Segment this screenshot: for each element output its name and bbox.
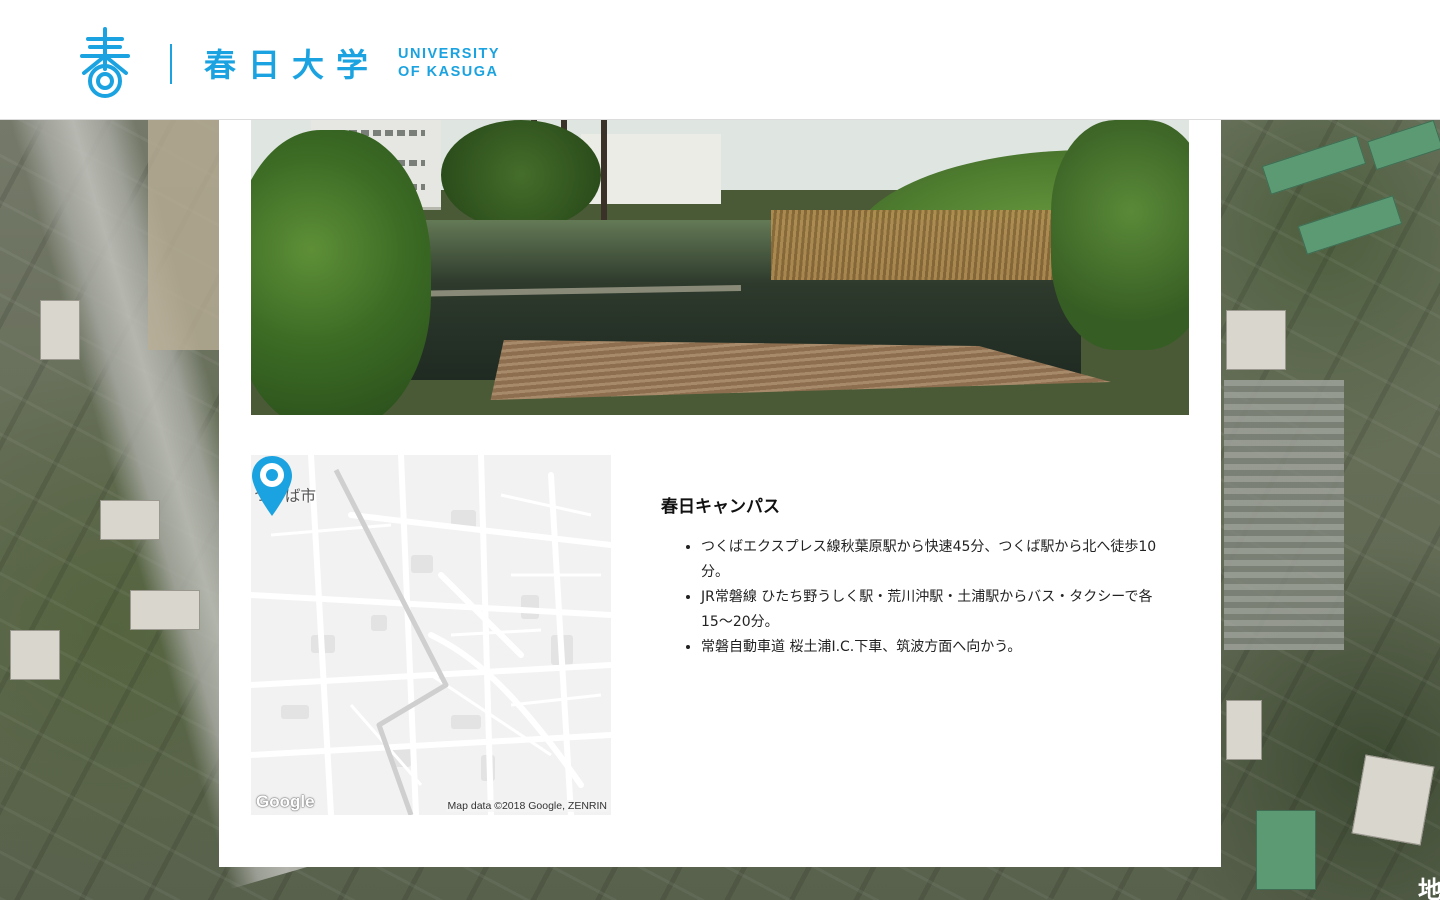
aerial-green-roof — [1367, 119, 1440, 171]
aerial-building — [1226, 700, 1262, 760]
aerial-green-roof — [1261, 135, 1367, 195]
aerial-building — [40, 300, 80, 360]
location-pin-icon[interactable] — [251, 455, 293, 517]
campus-title: 春日キャンパス — [661, 497, 780, 517]
campus-pond-photo — [251, 120, 1189, 415]
aerial-parking-lot — [1224, 380, 1344, 650]
logo-divider — [170, 44, 172, 84]
access-item-tx: つくばエクスプレス線秋葉原駅から快速45分、つくば駅から北へ徒歩10分。 — [701, 535, 1181, 585]
aerial-building — [1226, 310, 1286, 370]
aerial-green-roof — [1256, 810, 1316, 890]
photo-tree — [251, 130, 431, 415]
aerial-map-character: 地 — [1418, 876, 1440, 900]
aerial-building — [100, 500, 160, 540]
map-attribution: Map data ©2018 Google, ZENRIN — [445, 800, 609, 812]
map-roads — [251, 455, 611, 815]
aerial-field — [148, 120, 220, 350]
aerial-building — [10, 630, 60, 680]
photo-tree — [441, 120, 601, 230]
aerial-building — [1351, 754, 1435, 846]
access-item-jr: JR常磐線 ひたち野うしく駅・荒川沖駅・土浦駅からバス・タクシーで各15〜20分… — [701, 585, 1181, 635]
google-logo[interactable]: Google — [256, 792, 315, 812]
university-logo-icon — [80, 27, 130, 98]
aerial-green-roof — [1297, 195, 1403, 255]
university-name-en-line1: UNIVERSITY — [398, 46, 501, 62]
university-name-en-line2: OF KASUGA — [398, 64, 499, 80]
site-header: 春日大学 UNIVERSITY OF KASUGA — [0, 0, 1440, 120]
photo-tree — [1051, 120, 1189, 350]
campus-map[interactable]: つくば市 Google Map data ©2018 Google, ZENRI… — [251, 455, 611, 815]
university-name-jp: 春日大学 — [204, 46, 381, 84]
content-card: つくば市 Google Map data ©2018 Google, ZENRI… — [219, 120, 1221, 867]
photo-tree-trunk — [601, 120, 607, 220]
access-item-car: 常磐自動車道 桜土浦I.C.下車、筑波方面へ向かう。 — [701, 635, 1181, 660]
aerial-building — [130, 590, 200, 630]
university-name-en: UNIVERSITY OF KASUGA — [398, 45, 500, 81]
access-list: つくばエクスプレス線秋葉原駅から快速45分、つくば駅から北へ徒歩10分。 JR常… — [681, 535, 1181, 660]
